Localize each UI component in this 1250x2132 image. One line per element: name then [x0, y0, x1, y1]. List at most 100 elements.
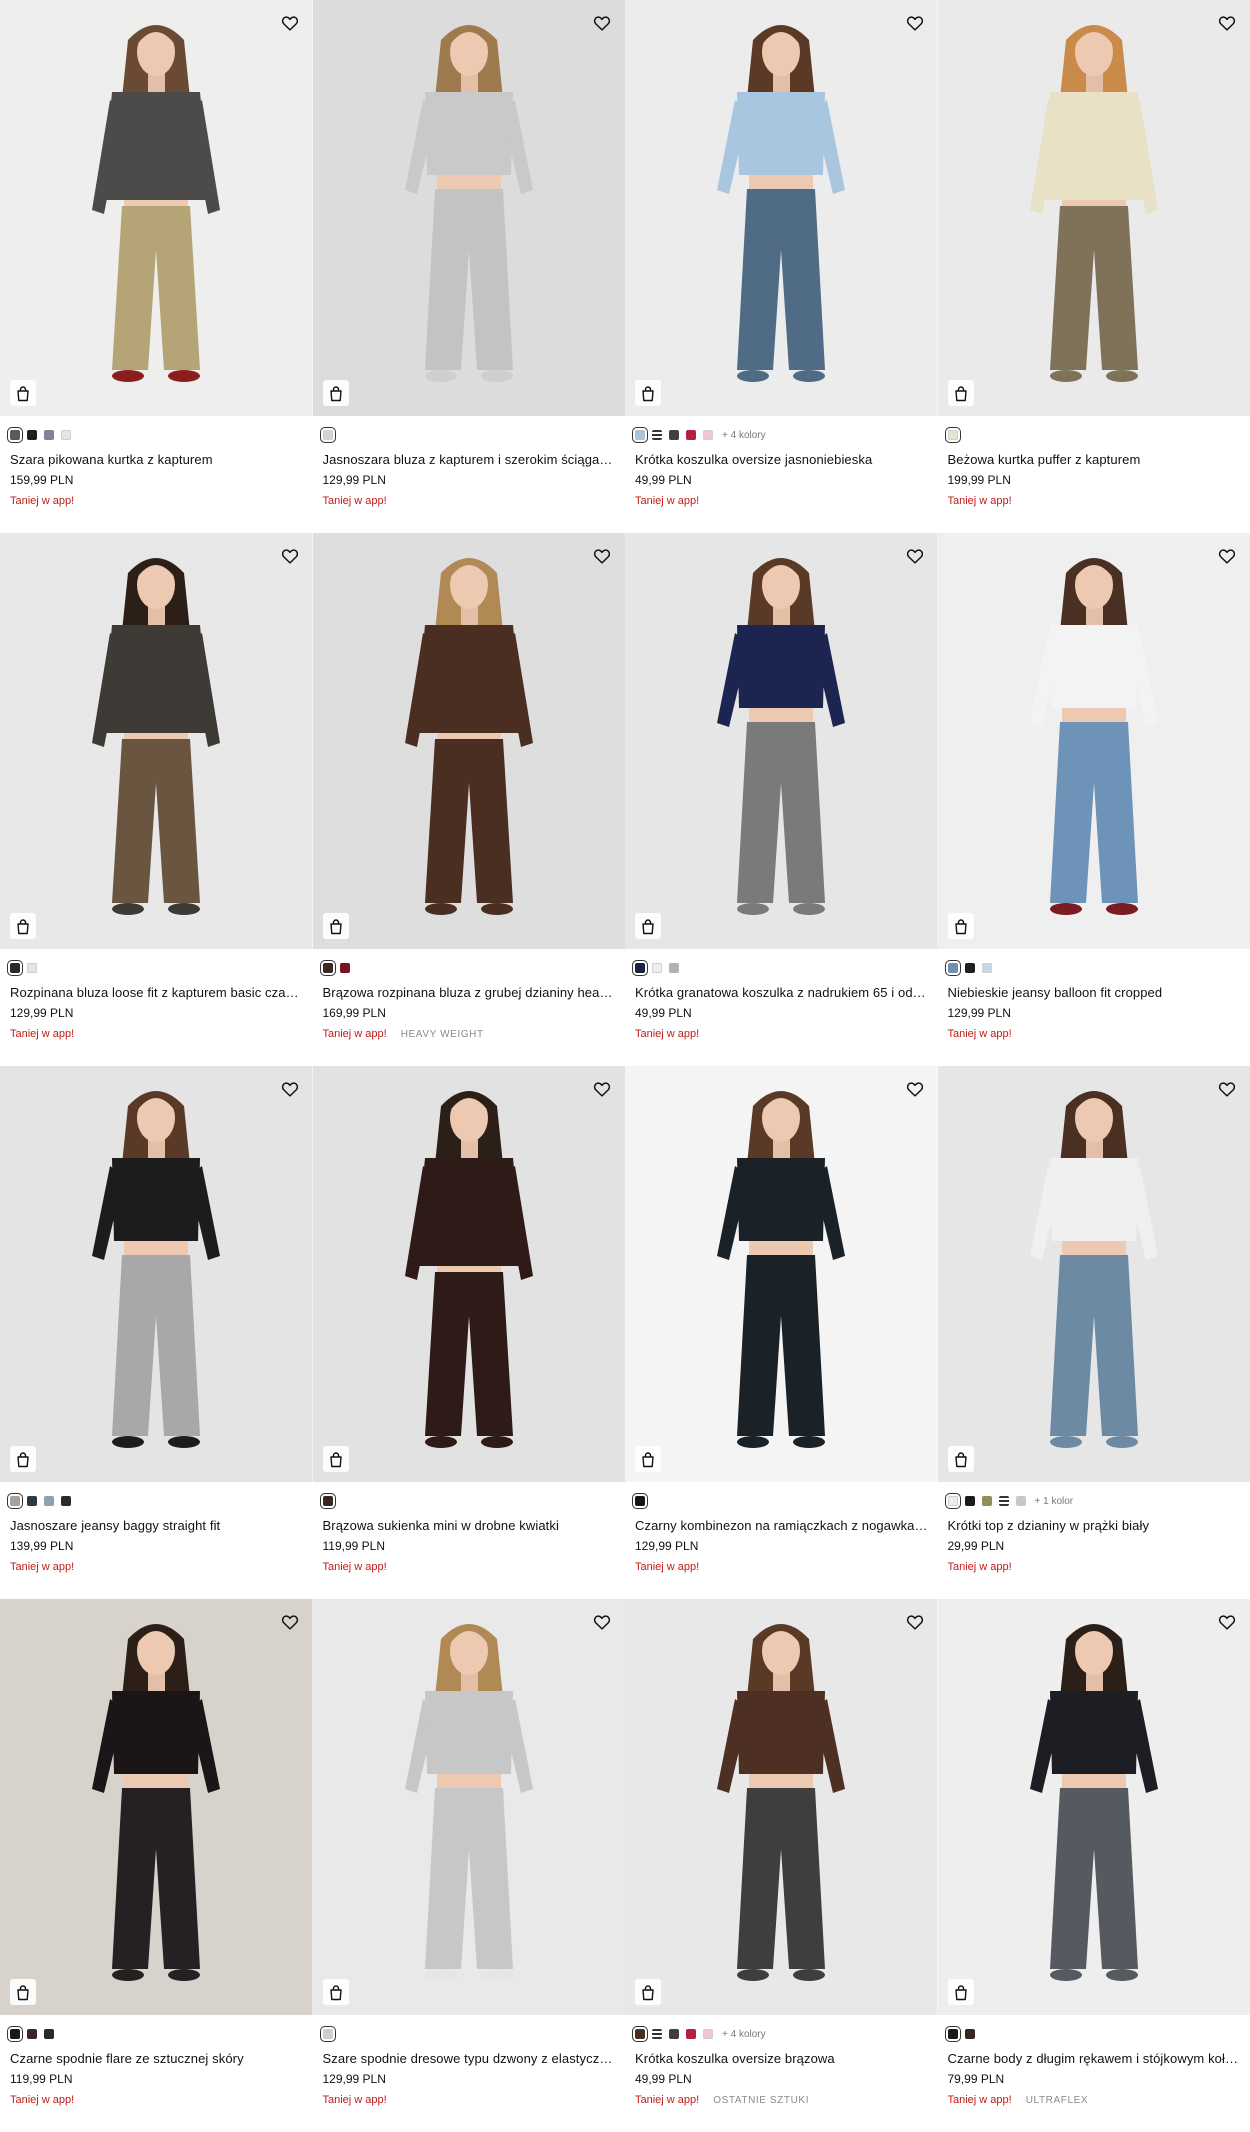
color-swatch[interactable]	[965, 963, 975, 973]
shopping-bag-icon[interactable]	[635, 1979, 661, 2005]
product-name[interactable]: Czarny kombinezon na ramiączkach z nogaw…	[635, 1518, 928, 1533]
more-colors-label[interactable]: + 4 kolory	[722, 430, 766, 441]
product-name[interactable]: Szare spodnie dresowe typu dzwony z elas…	[323, 2051, 616, 2066]
color-swatch[interactable]	[635, 1496, 645, 1506]
product-image[interactable]	[625, 1599, 938, 2015]
color-swatch[interactable]	[27, 1496, 37, 1506]
product-image[interactable]	[625, 0, 938, 416]
product-image[interactable]	[938, 0, 1250, 416]
color-swatch[interactable]	[703, 2029, 713, 2039]
color-swatch[interactable]	[323, 1496, 333, 1506]
heart-icon[interactable]	[589, 543, 615, 569]
color-swatch[interactable]	[652, 430, 662, 440]
heart-icon[interactable]	[902, 10, 928, 36]
color-swatch[interactable]	[686, 430, 696, 440]
shopping-bag-icon[interactable]	[635, 380, 661, 406]
shopping-bag-icon[interactable]	[635, 1446, 661, 1472]
product-card[interactable]: Krótka granatowa koszulka z nadrukiem 65…	[625, 533, 938, 1066]
heart-icon[interactable]	[1214, 10, 1240, 36]
product-image[interactable]	[938, 1599, 1250, 2015]
color-swatch[interactable]	[948, 963, 958, 973]
heart-icon[interactable]	[277, 10, 303, 36]
shopping-bag-icon[interactable]	[10, 1979, 36, 2005]
color-swatch[interactable]	[10, 430, 20, 440]
color-swatch[interactable]	[635, 430, 645, 440]
product-card[interactable]: Jasnoszare jeansy baggy straight fit 139…	[0, 1066, 313, 1599]
color-swatch[interactable]	[652, 2029, 662, 2039]
product-name[interactable]: Krótka koszulka oversize brązowa	[635, 2051, 928, 2066]
color-swatch[interactable]	[61, 1496, 71, 1506]
product-name[interactable]: Jasnoszare jeansy baggy straight fit	[10, 1518, 303, 1533]
color-swatch[interactable]	[965, 2029, 975, 2039]
color-swatch[interactable]	[999, 1496, 1009, 1506]
product-name[interactable]: Niebieskie jeansy balloon fit cropped	[948, 985, 1241, 1000]
color-swatch[interactable]	[669, 2029, 679, 2039]
product-card[interactable]: + 1 kolor Krótki top z dzianiny w prążki…	[938, 1066, 1250, 1599]
shopping-bag-icon[interactable]	[948, 1979, 974, 2005]
color-swatch[interactable]	[686, 2029, 696, 2039]
color-swatch[interactable]	[323, 430, 333, 440]
product-card[interactable]: Niebieskie jeansy balloon fit cropped 12…	[938, 533, 1250, 1066]
product-name[interactable]: Krótka koszulka oversize jasnoniebieska	[635, 452, 928, 467]
heart-icon[interactable]	[902, 1609, 928, 1635]
product-image[interactable]	[0, 1066, 313, 1482]
heart-icon[interactable]	[589, 1076, 615, 1102]
color-swatch[interactable]	[61, 430, 71, 440]
color-swatch[interactable]	[635, 963, 645, 973]
product-name[interactable]: Czarne spodnie flare ze sztucznej skóry	[10, 2051, 303, 2066]
product-card[interactable]: Szara pikowana kurtka z kapturem 159,99 …	[0, 0, 313, 533]
product-image[interactable]	[938, 1066, 1250, 1482]
color-swatch[interactable]	[323, 963, 333, 973]
heart-icon[interactable]	[277, 543, 303, 569]
color-swatch[interactable]	[27, 963, 37, 973]
color-swatch[interactable]	[965, 1496, 975, 1506]
product-card[interactable]: Brązowa rozpinana bluza z grubej dzianin…	[313, 533, 626, 1066]
product-image[interactable]	[938, 533, 1250, 949]
more-colors-label[interactable]: + 1 kolor	[1035, 1496, 1074, 1507]
heart-icon[interactable]	[277, 1609, 303, 1635]
heart-icon[interactable]	[589, 1609, 615, 1635]
color-swatch[interactable]	[982, 1496, 992, 1506]
product-card[interactable]: Rozpinana bluza loose fit z kapturem bas…	[0, 533, 313, 1066]
color-swatch[interactable]	[652, 963, 662, 973]
shopping-bag-icon[interactable]	[10, 913, 36, 939]
color-swatch[interactable]	[10, 2029, 20, 2039]
color-swatch[interactable]	[948, 1496, 958, 1506]
product-name[interactable]: Brązowa rozpinana bluza z grubej dzianin…	[323, 985, 616, 1000]
product-name[interactable]: Rozpinana bluza loose fit z kapturem bas…	[10, 985, 303, 1000]
product-image[interactable]	[625, 1066, 938, 1482]
product-card[interactable]: Brązowa sukienka mini w drobne kwiatki 1…	[313, 1066, 626, 1599]
product-image[interactable]	[625, 533, 938, 949]
color-swatch[interactable]	[10, 963, 20, 973]
more-colors-label[interactable]: + 4 kolory	[722, 2029, 766, 2040]
color-swatch[interactable]	[948, 430, 958, 440]
heart-icon[interactable]	[589, 10, 615, 36]
heart-icon[interactable]	[1214, 543, 1240, 569]
color-swatch[interactable]	[27, 2029, 37, 2039]
heart-icon[interactable]	[1214, 1609, 1240, 1635]
product-image[interactable]	[313, 1599, 626, 2015]
shopping-bag-icon[interactable]	[948, 380, 974, 406]
product-name[interactable]: Krótka granatowa koszulka z nadrukiem 65…	[635, 985, 928, 1000]
color-swatch[interactable]	[44, 1496, 54, 1506]
product-name[interactable]: Szara pikowana kurtka z kapturem	[10, 452, 303, 467]
product-image[interactable]	[313, 1066, 626, 1482]
heart-icon[interactable]	[1214, 1076, 1240, 1102]
shopping-bag-icon[interactable]	[948, 913, 974, 939]
shopping-bag-icon[interactable]	[635, 913, 661, 939]
product-name[interactable]: Krótki top z dzianiny w prążki biały	[948, 1518, 1241, 1533]
product-card[interactable]: Czarne body z długim rękawem i stójkowym…	[938, 1599, 1250, 2132]
color-swatch[interactable]	[44, 2029, 54, 2039]
shopping-bag-icon[interactable]	[323, 1446, 349, 1472]
product-card[interactable]: Beżowa kurtka puffer z kapturem 199,99 P…	[938, 0, 1250, 533]
product-name[interactable]: Beżowa kurtka puffer z kapturem	[948, 452, 1241, 467]
color-swatch[interactable]	[982, 963, 992, 973]
shopping-bag-icon[interactable]	[323, 913, 349, 939]
color-swatch[interactable]	[44, 430, 54, 440]
product-image[interactable]	[0, 533, 313, 949]
color-swatch[interactable]	[27, 430, 37, 440]
product-name[interactable]: Jasnoszara bluza z kapturem i szerokim ś…	[323, 452, 616, 467]
shopping-bag-icon[interactable]	[10, 380, 36, 406]
product-name[interactable]: Brązowa sukienka mini w drobne kwiatki	[323, 1518, 616, 1533]
color-swatch[interactable]	[1016, 1496, 1026, 1506]
